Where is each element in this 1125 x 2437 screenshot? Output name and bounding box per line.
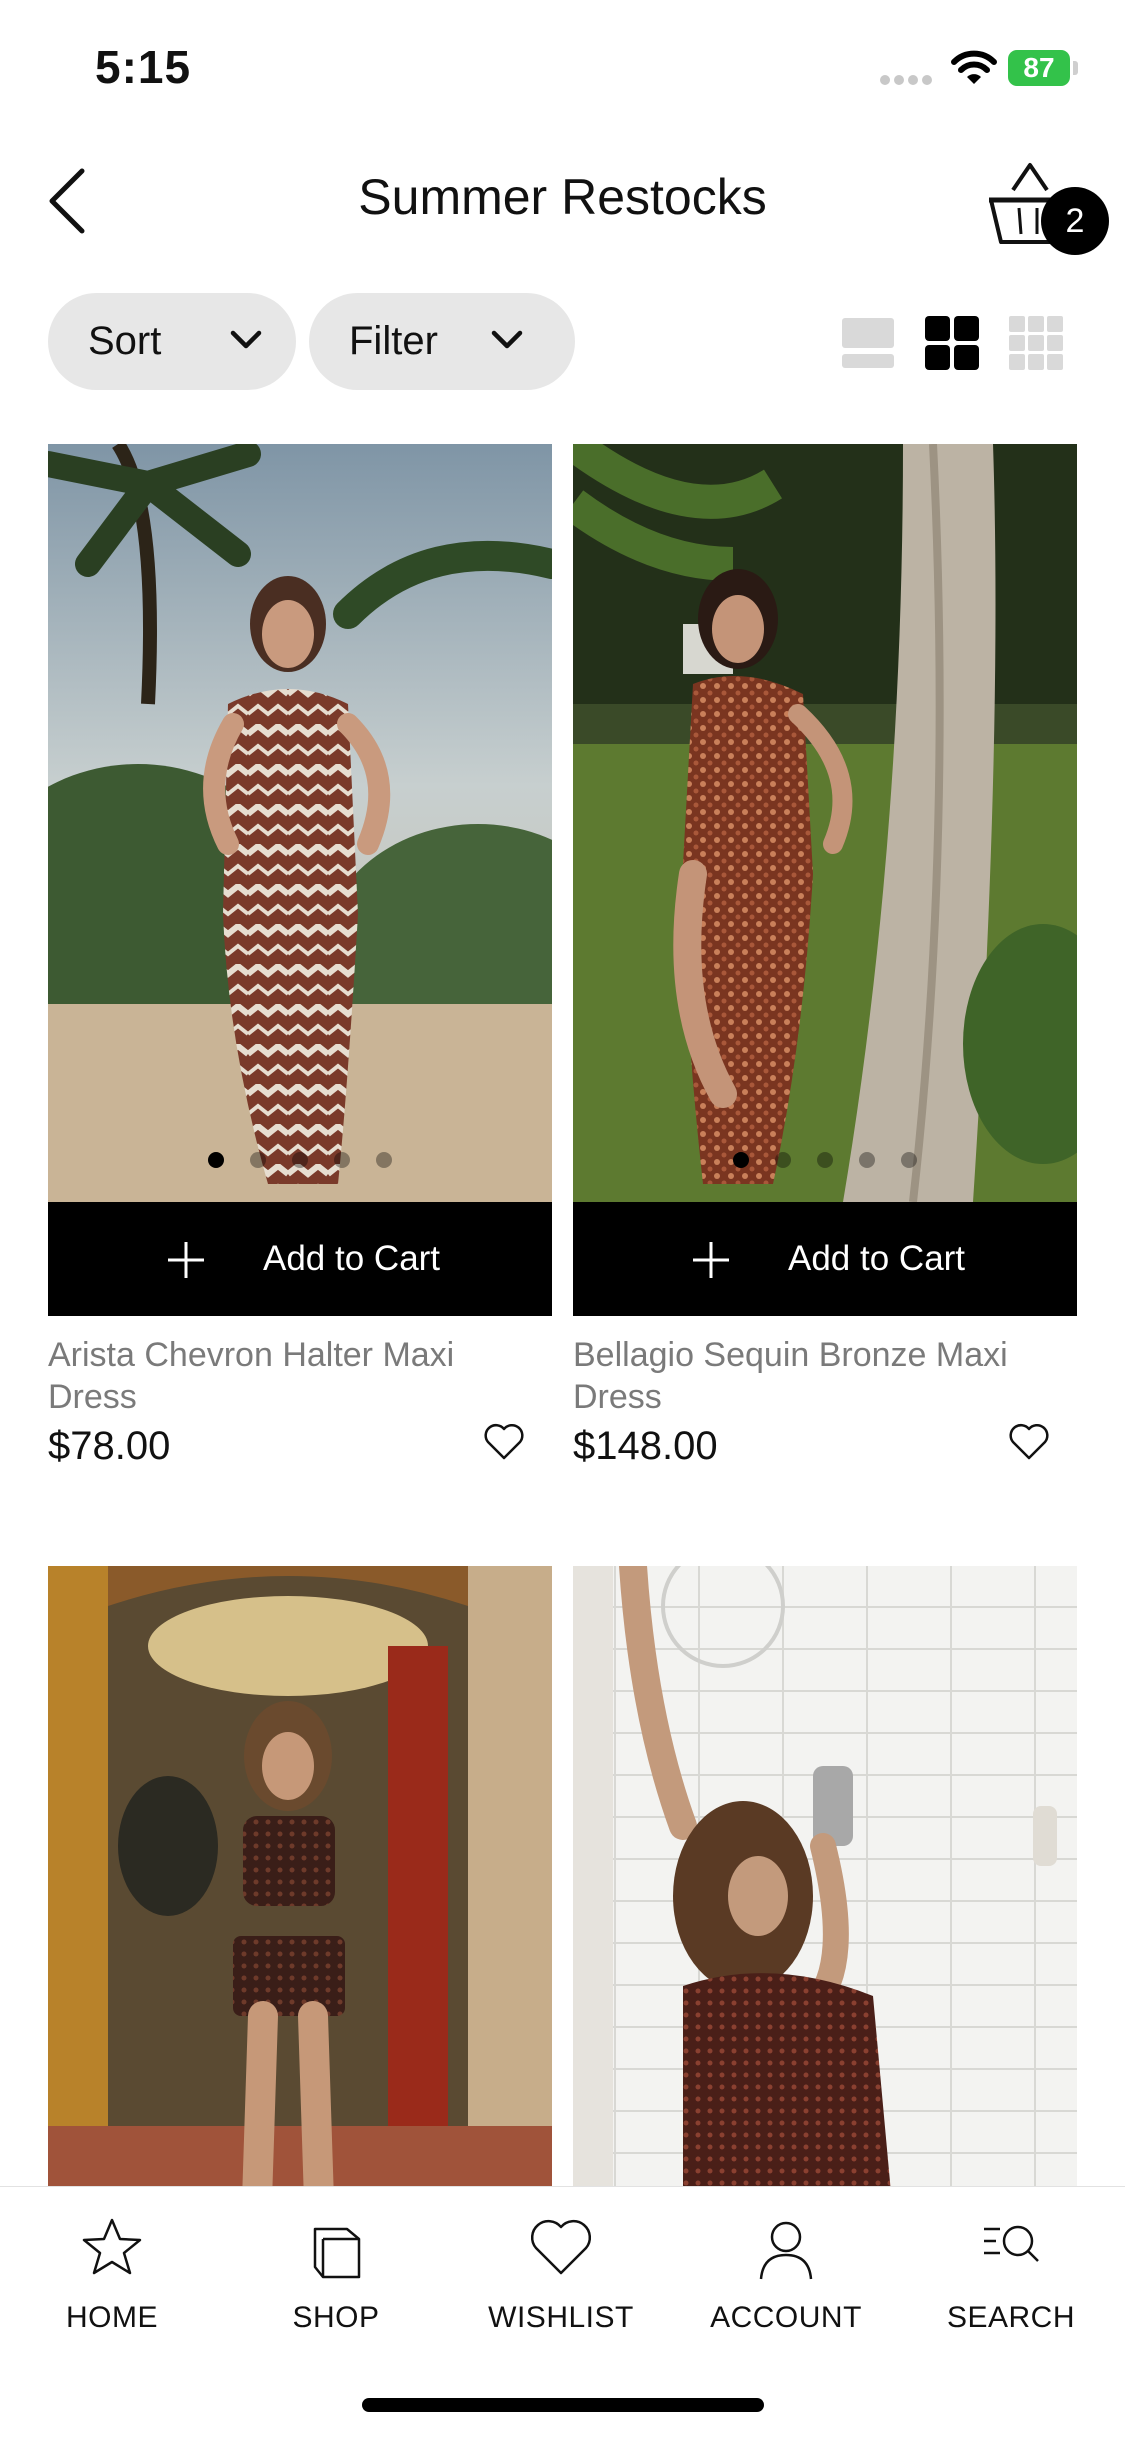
sort-button[interactable]: Sort bbox=[48, 293, 296, 390]
add-to-cart-button[interactable]: Add to Cart bbox=[48, 1202, 552, 1316]
battery-icon: 87 bbox=[1008, 50, 1078, 86]
nav-account-label: ACCOUNT bbox=[710, 2301, 862, 2334]
plus-icon bbox=[693, 1242, 729, 1278]
wifi-icon bbox=[951, 50, 997, 84]
status-time: 5:15 bbox=[95, 41, 192, 93]
filter-label: Filter bbox=[349, 319, 438, 363]
home-indicator bbox=[362, 2398, 764, 2412]
wishlist-heart-icon[interactable] bbox=[1008, 1422, 1050, 1462]
nav-search[interactable]: SEARCH bbox=[921, 2215, 1101, 2335]
add-to-cart-label: Add to Cart bbox=[788, 1239, 966, 1278]
filter-button[interactable]: Filter bbox=[309, 293, 575, 390]
product-name[interactable]: Bellagio Sequin Bronze Maxi Dress bbox=[573, 1334, 1043, 1418]
image-pager bbox=[48, 1152, 552, 1173]
chevron-down-icon bbox=[230, 330, 262, 349]
add-to-cart-label: Add to Cart bbox=[263, 1239, 441, 1278]
battery-level: 87 bbox=[1008, 50, 1070, 86]
product-image[interactable] bbox=[573, 444, 1077, 1202]
nav-home-label: HOME bbox=[66, 2301, 158, 2334]
product-name[interactable]: Arista Chevron Halter Maxi Dress bbox=[48, 1334, 518, 1418]
heart-icon bbox=[530, 2219, 592, 2275]
nav-wishlist-label: WISHLIST bbox=[488, 2301, 634, 2334]
product-image[interactable] bbox=[48, 444, 552, 1202]
nav-home[interactable]: HOME bbox=[22, 2215, 202, 2335]
sort-label: Sort bbox=[88, 319, 162, 363]
page-title: Summer Restocks bbox=[358, 169, 767, 225]
cart-count-badge: 2 bbox=[1041, 187, 1109, 255]
chevron-down-icon bbox=[491, 330, 523, 349]
nav-wishlist[interactable]: WISHLIST bbox=[471, 2215, 651, 2335]
image-pager bbox=[573, 1152, 1077, 1173]
nav-account[interactable]: ACCOUNT bbox=[696, 2215, 876, 2335]
add-to-cart-button[interactable]: Add to Cart bbox=[573, 1202, 1077, 1316]
shopping-bag-icon bbox=[313, 2227, 361, 2279]
plus-icon bbox=[168, 1242, 204, 1278]
wishlist-heart-icon[interactable] bbox=[483, 1422, 525, 1462]
star-icon bbox=[82, 2218, 142, 2275]
single-column-view-icon[interactable] bbox=[840, 315, 896, 371]
product-price: $78.00 bbox=[48, 1424, 171, 1468]
nav-search-label: SEARCH bbox=[946, 2301, 1076, 2334]
nav-shop-label: SHOP bbox=[292, 2301, 380, 2334]
nav-shop[interactable]: SHOP bbox=[246, 2215, 426, 2335]
two-column-view-icon[interactable] bbox=[924, 315, 980, 371]
person-icon bbox=[759, 2221, 813, 2280]
signal-icon bbox=[880, 72, 936, 86]
search-icon bbox=[984, 2225, 1039, 2262]
three-column-view-icon[interactable] bbox=[1008, 315, 1064, 371]
product-price: $148.00 bbox=[573, 1424, 718, 1468]
status-bar: 5:15 87 bbox=[0, 0, 1125, 140]
